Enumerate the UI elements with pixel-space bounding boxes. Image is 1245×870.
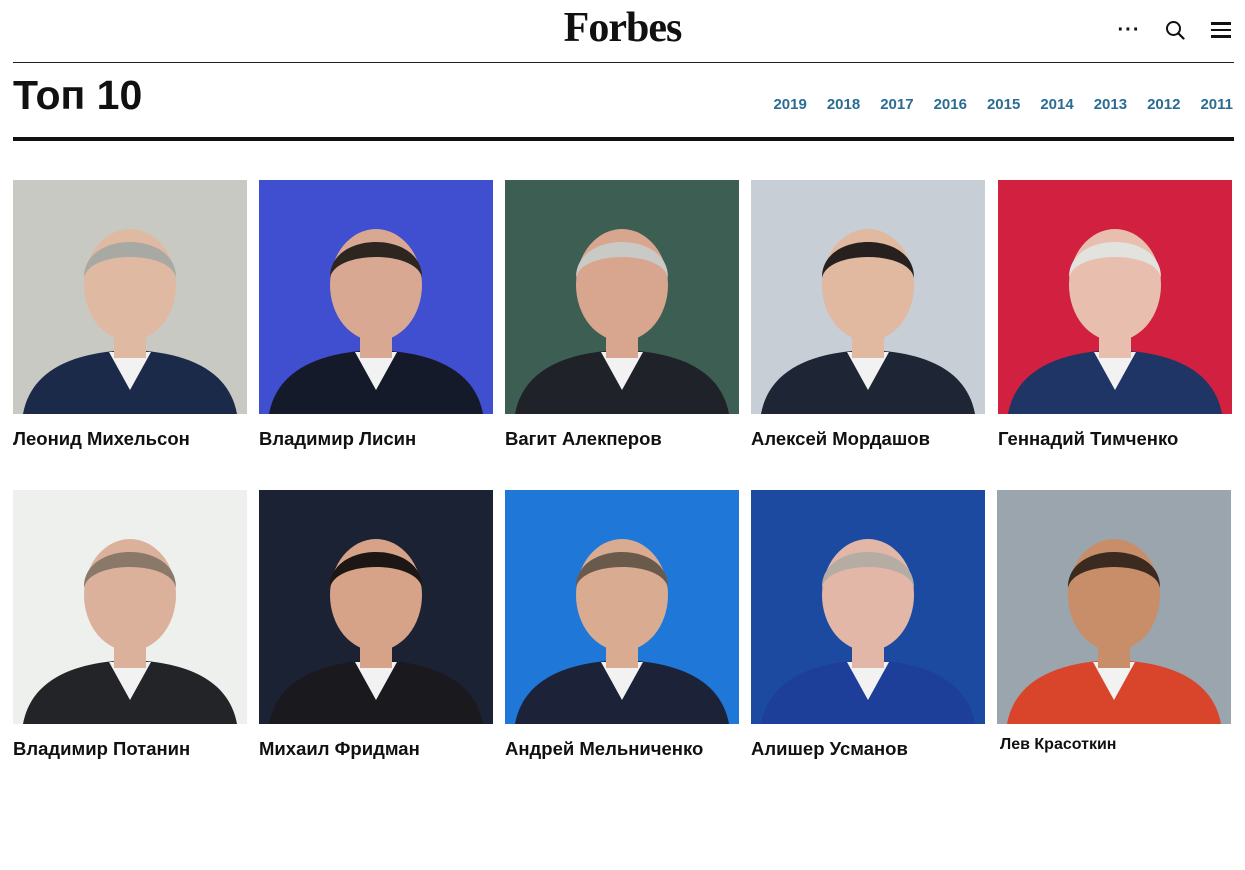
title-divider	[13, 137, 1234, 141]
year-link-2013[interactable]: 2013	[1094, 95, 1127, 115]
person-name: Лев Красоткин	[1000, 736, 1117, 753]
person-photo	[13, 490, 247, 724]
header-actions: ···	[1117, 16, 1233, 44]
person-photo	[751, 180, 985, 414]
person-name: Алексей Мордашов	[751, 428, 930, 449]
person-name: Михаил Фридман	[259, 738, 420, 759]
year-link-2011[interactable]: 2011	[1200, 95, 1233, 115]
more-dots-icon[interactable]: ···	[1117, 16, 1141, 44]
year-link-2018[interactable]: 2018	[827, 95, 860, 115]
forbes-logo[interactable]: Forbes	[0, 2, 1245, 54]
person-name: Владимир Потанин	[13, 738, 191, 759]
person-photo	[997, 490, 1231, 724]
person-card[interactable]: Алексей Мордашов	[751, 180, 985, 450]
year-link-2014[interactable]: 2014	[1040, 95, 1073, 115]
person-photo	[259, 180, 493, 414]
person-card[interactable]: Геннадий Тимченко	[998, 180, 1232, 450]
person-card[interactable]: Алишер Усманов	[751, 490, 985, 760]
person-card[interactable]: Михаил Фридман	[259, 490, 493, 760]
header-divider	[13, 62, 1234, 63]
year-link-2012[interactable]: 2012	[1147, 95, 1180, 115]
person-card[interactable]: Вагит Алекперов	[505, 180, 739, 450]
person-name: Геннадий Тимченко	[998, 428, 1179, 449]
person-photo	[259, 490, 493, 724]
person-photo	[505, 490, 739, 724]
person-photo	[505, 180, 739, 414]
hamburger-menu-icon[interactable]	[1209, 16, 1233, 44]
person-photo	[751, 490, 985, 724]
person-name: Вагит Алекперов	[505, 428, 662, 449]
year-link-2019[interactable]: 2019	[773, 95, 806, 115]
person-name: Владимир Лисин	[259, 428, 417, 449]
person-card[interactable]: Владимир Лисин	[259, 180, 493, 450]
person-card[interactable]: Андрей Мельниченко	[505, 490, 739, 760]
year-link-2017[interactable]: 2017	[880, 95, 913, 115]
person-name: Алишер Усманов	[751, 738, 908, 759]
year-tabs: 2019 2018 2017 2016 2015 2014 2013 2012 …	[753, 95, 1233, 115]
person-card[interactable]: Владимир Потанин	[13, 490, 247, 760]
year-link-2016[interactable]: 2016	[934, 95, 967, 115]
person-name: Андрей Мельниченко	[505, 738, 704, 759]
person-card[interactable]: Лев Красоткин	[997, 490, 1231, 754]
search-icon[interactable]	[1163, 16, 1187, 44]
person-photo	[998, 180, 1232, 414]
person-photo	[13, 180, 247, 414]
person-card[interactable]: Леонид Михельсон	[13, 180, 247, 450]
page-title: Топ 10	[13, 72, 143, 118]
site-header: Forbes ···	[0, 0, 1245, 62]
person-name: Леонид Михельсон	[13, 428, 190, 449]
year-link-2015[interactable]: 2015	[987, 95, 1020, 115]
